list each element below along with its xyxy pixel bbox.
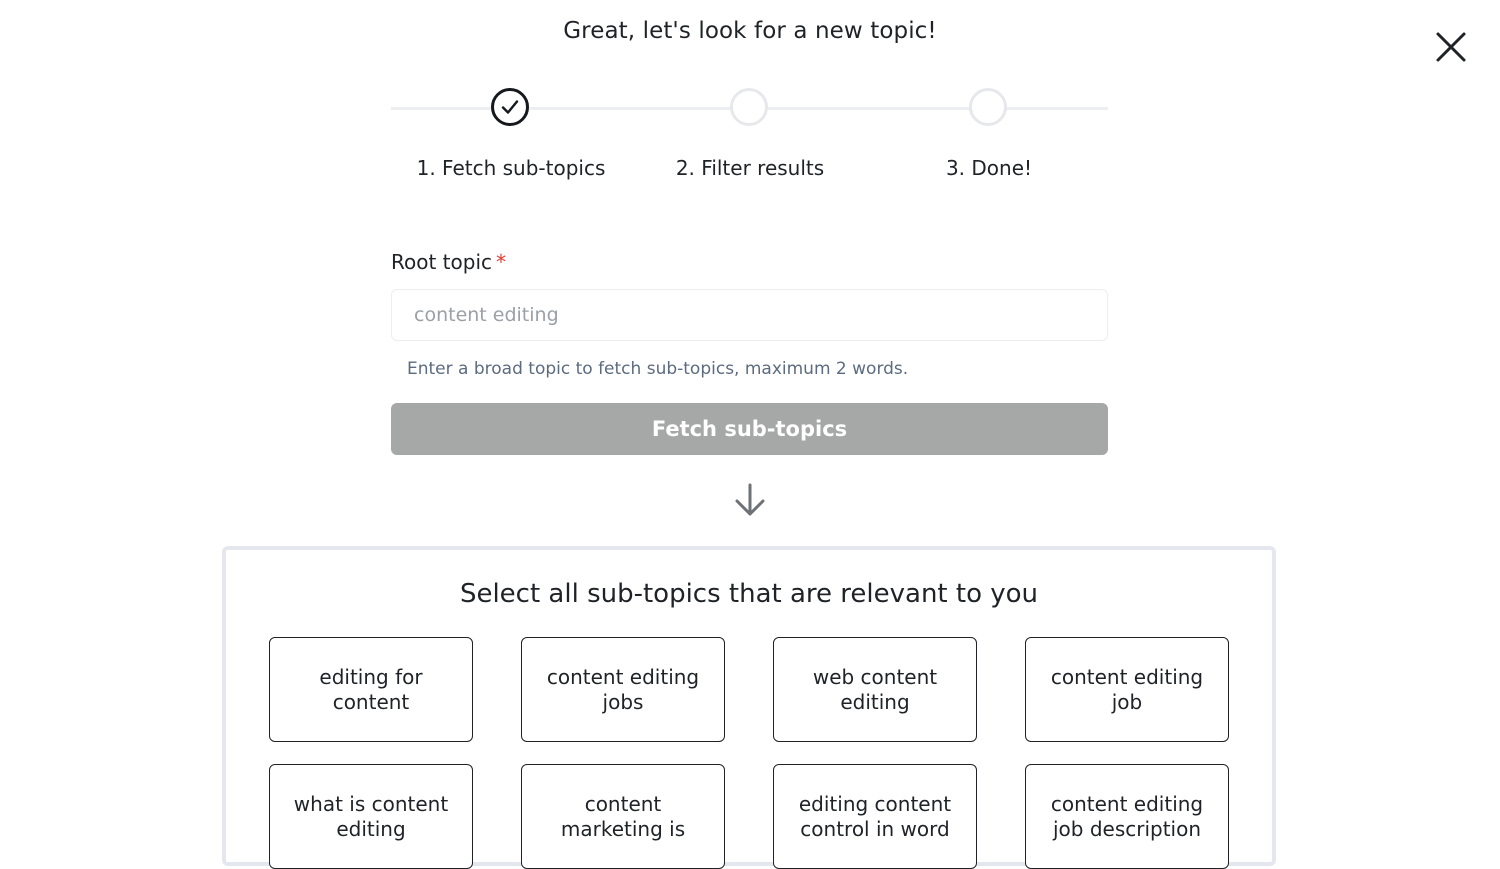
subtopic-card[interactable]: editing content control in word (773, 764, 977, 869)
step-2-label: 2. Filter results (675, 156, 825, 180)
subtopic-card[interactable]: web content editing (773, 637, 977, 742)
fetch-subtopics-button[interactable]: Fetch sub-topics (391, 403, 1108, 455)
root-topic-label-text: Root topic (391, 250, 492, 274)
subtopics-grid: editing for content content editing jobs… (269, 637, 1229, 869)
subtopic-card[interactable]: content editing job (1025, 637, 1229, 742)
subtopic-card[interactable]: content editing jobs (521, 637, 725, 742)
close-icon (1436, 32, 1466, 62)
step-1-indicator (491, 88, 529, 126)
checkmark-icon (501, 100, 519, 114)
root-topic-label: Root topic * (391, 250, 506, 274)
subtopic-card[interactable]: content editing job description (1025, 764, 1229, 869)
arrow-down-icon (733, 482, 767, 522)
step-1-label: 1. Fetch sub-topics (416, 156, 606, 180)
required-marker: * (496, 250, 506, 274)
page-title: Great, let's look for a new topic! (563, 18, 937, 44)
root-topic-input[interactable] (391, 289, 1108, 341)
root-topic-helper: Enter a broad topic to fetch sub-topics,… (407, 359, 909, 379)
subtopic-card[interactable]: content marketing is (521, 764, 725, 869)
subtopic-card[interactable]: editing for content (269, 637, 473, 742)
step-2-indicator (730, 88, 768, 126)
close-button[interactable] (1432, 28, 1470, 66)
step-3-indicator (969, 88, 1007, 126)
subtopic-card[interactable]: what is content editing (269, 764, 473, 869)
subtopics-title: Select all sub-topics that are relevant … (459, 579, 1039, 609)
step-3-label: 3. Done! (945, 156, 1033, 180)
subtopics-panel: Select all sub-topics that are relevant … (222, 546, 1276, 869)
